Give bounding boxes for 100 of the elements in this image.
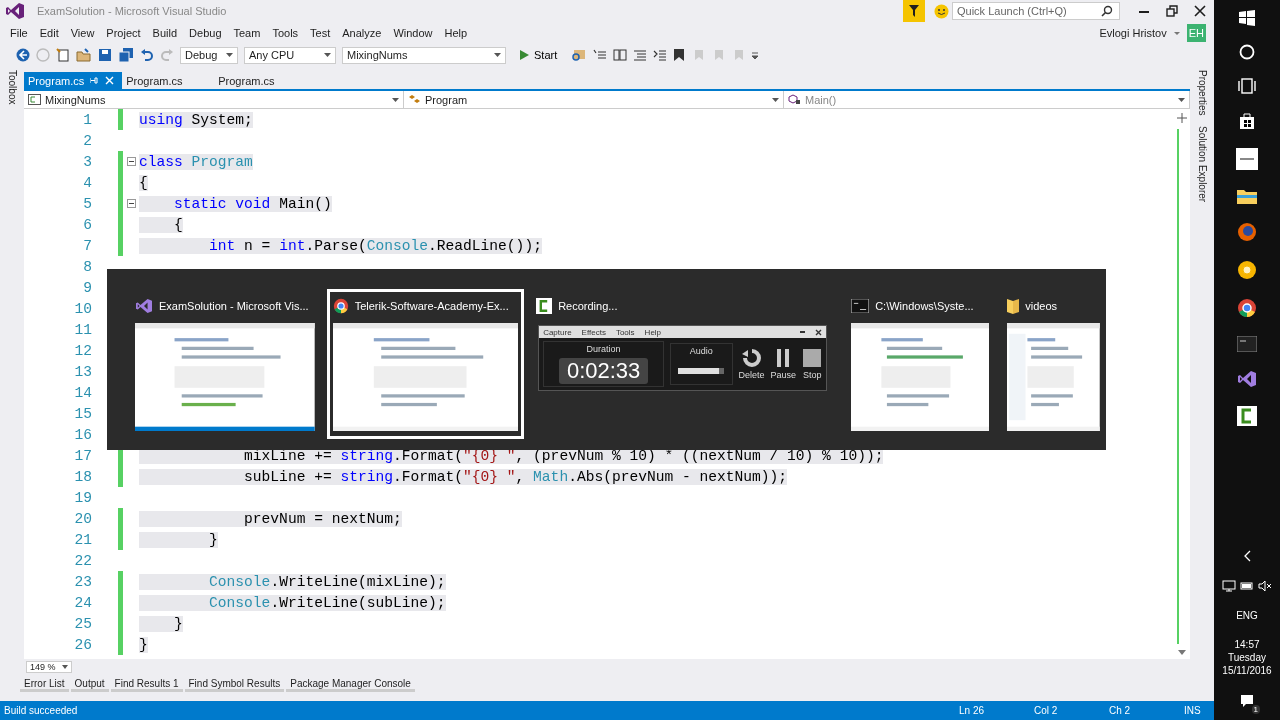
folder-icon[interactable] xyxy=(1237,188,1257,204)
store-bag-icon[interactable] xyxy=(1238,112,1256,130)
caret-icon[interactable] xyxy=(392,97,399,102)
tool-window-tab[interactable]: Error List xyxy=(20,678,69,692)
indent-icon[interactable] xyxy=(593,48,608,62)
save-icon[interactable] xyxy=(98,48,112,62)
menu-item[interactable]: Debug xyxy=(183,27,228,39)
comment-icon[interactable] xyxy=(633,48,648,62)
menu-item[interactable]: Window xyxy=(387,27,439,39)
caret-icon[interactable] xyxy=(324,53,331,57)
menu-item[interactable]: Test xyxy=(304,27,337,39)
windows-logo-icon[interactable] xyxy=(1239,10,1255,26)
language-indicator[interactable]: ENG xyxy=(1236,610,1258,621)
save-all-icon[interactable] xyxy=(118,48,134,62)
bookmark-icon[interactable] xyxy=(673,48,686,62)
window-preview[interactable]: C:\Windows\Syste... xyxy=(845,289,996,439)
menu-item[interactable]: Tools xyxy=(266,27,305,39)
caret-icon[interactable] xyxy=(226,53,233,57)
tool-window-tab[interactable]: Output xyxy=(70,678,109,692)
caret-icon[interactable] xyxy=(62,665,68,669)
tool-window-tab[interactable]: Package Manager Console xyxy=(286,678,415,692)
close-icon[interactable] xyxy=(1194,5,1206,17)
recorder-button[interactable]: Pause xyxy=(770,348,797,380)
restore-icon[interactable] xyxy=(1166,5,1178,17)
menu-item[interactable]: View xyxy=(64,27,101,39)
clock-date[interactable]: 15/11/2016 xyxy=(1222,665,1272,676)
close-icon[interactable] xyxy=(815,328,823,336)
filter-icon[interactable] xyxy=(903,0,925,22)
scroll-down-icon[interactable] xyxy=(1178,650,1186,655)
document-tab[interactable]: Program.cs xyxy=(24,72,123,89)
console-icon[interactable] xyxy=(1237,336,1257,352)
minimize-icon[interactable] xyxy=(800,331,806,333)
document-tab[interactable]: Program.cs xyxy=(214,72,307,89)
firefox-icon[interactable] xyxy=(1237,222,1257,242)
document-tab[interactable]: Program.cs xyxy=(122,72,215,89)
visual-studio-icon[interactable] xyxy=(1237,370,1257,388)
platform-dropdown[interactable]: Any CPU xyxy=(244,46,336,64)
line-number: 17 xyxy=(73,447,92,464)
recorder-button[interactable]: Stop xyxy=(802,348,823,380)
app-tile-icon[interactable] xyxy=(1236,148,1258,170)
window-preview[interactable]: videos xyxy=(1001,289,1106,439)
tool-window-tab[interactable]: Find Symbol Results xyxy=(184,678,285,692)
menu-item[interactable]: Project xyxy=(100,27,147,39)
columns-icon[interactable] xyxy=(613,48,628,62)
tool-window-tab[interactable]: Find Results 1 xyxy=(110,678,183,692)
clock-day[interactable]: Tuesday xyxy=(1228,652,1266,663)
uncomment-icon[interactable] xyxy=(653,48,668,62)
undo-icon[interactable] xyxy=(140,48,154,62)
member-dropdown[interactable]: Main() xyxy=(784,91,1190,108)
split-icon[interactable] xyxy=(1177,113,1187,123)
recorder-button[interactable]: Delete xyxy=(738,348,765,380)
notification-icon[interactable] xyxy=(1240,694,1254,708)
recorder-menu-item[interactable]: Effects xyxy=(581,327,606,337)
network-icon[interactable] xyxy=(1222,580,1236,592)
recorder-menu-item[interactable]: Capture xyxy=(543,327,572,337)
menu-item[interactable]: File xyxy=(4,27,34,39)
user-name[interactable]: Evlogi Hristov xyxy=(1099,27,1167,39)
collapse-icon[interactable] xyxy=(126,199,136,208)
window-preview[interactable]: Recording... Capture Effects Tools Help Duration 0:02:33 Audio Delete Pause Stop xyxy=(530,289,834,399)
menu-item[interactable]: Team xyxy=(227,27,267,39)
menu-item[interactable]: Help xyxy=(438,27,474,39)
smiley-icon[interactable] xyxy=(934,3,949,19)
line-number: 18 xyxy=(73,468,92,485)
caret-icon[interactable] xyxy=(494,53,501,57)
side-panel-tab[interactable]: Solution Explorer xyxy=(1196,125,1208,202)
caret-icon[interactable] xyxy=(1178,97,1185,102)
recorder-menu-item[interactable]: Help xyxy=(644,327,662,337)
configuration-dropdown[interactable]: Debug xyxy=(180,46,238,64)
search-circle-icon[interactable] xyxy=(1239,44,1255,60)
project-dropdown[interactable]: MixingNums xyxy=(24,91,404,108)
caret-icon[interactable] xyxy=(772,97,779,102)
caret-icon[interactable] xyxy=(1172,30,1181,36)
chrome-icon[interactable] xyxy=(1237,298,1257,318)
volume-muted-icon[interactable] xyxy=(1258,580,1272,592)
menu-item[interactable]: Edit xyxy=(33,27,65,39)
recorder-icon[interactable] xyxy=(1237,406,1257,426)
window-preview[interactable]: ExamSolution - Microsoft Vis... xyxy=(129,289,321,439)
find-icon[interactable] xyxy=(571,48,588,62)
battery-icon[interactable] xyxy=(1240,580,1254,592)
pin-icon[interactable] xyxy=(90,76,100,85)
chevron-up-icon[interactable] xyxy=(1243,550,1251,562)
task-view-icon[interactable] xyxy=(1238,78,1256,94)
new-project-icon[interactable] xyxy=(56,48,70,62)
open-folder-icon[interactable] xyxy=(76,48,92,62)
window-preview[interactable]: Telerik-Software-Academy-Ex... xyxy=(326,289,525,439)
menu-item[interactable]: Build xyxy=(146,27,184,39)
zoom-dropdown[interactable]: 149 % xyxy=(26,661,72,673)
class-dropdown[interactable]: Program xyxy=(404,91,784,108)
start-button[interactable]: Start xyxy=(512,49,566,61)
collapse-icon[interactable] xyxy=(126,157,136,166)
startup-project-dropdown[interactable]: MixingNums xyxy=(342,46,506,64)
side-panel-tab[interactable]: Toolbox xyxy=(6,70,18,105)
clock-time[interactable]: 14:57 xyxy=(1234,639,1260,650)
overflow-icon[interactable] xyxy=(751,50,760,60)
recorder-menu-item[interactable]: Tools xyxy=(615,327,635,337)
canary-browser-icon[interactable] xyxy=(1237,260,1257,280)
menu-item[interactable]: Analyze xyxy=(336,27,388,39)
quick-launch-field[interactable]: Quick Launch (Ctrl+Q) xyxy=(952,2,1120,20)
side-panel-tab[interactable]: Properties xyxy=(1196,70,1208,116)
back-icon[interactable] xyxy=(16,48,30,62)
